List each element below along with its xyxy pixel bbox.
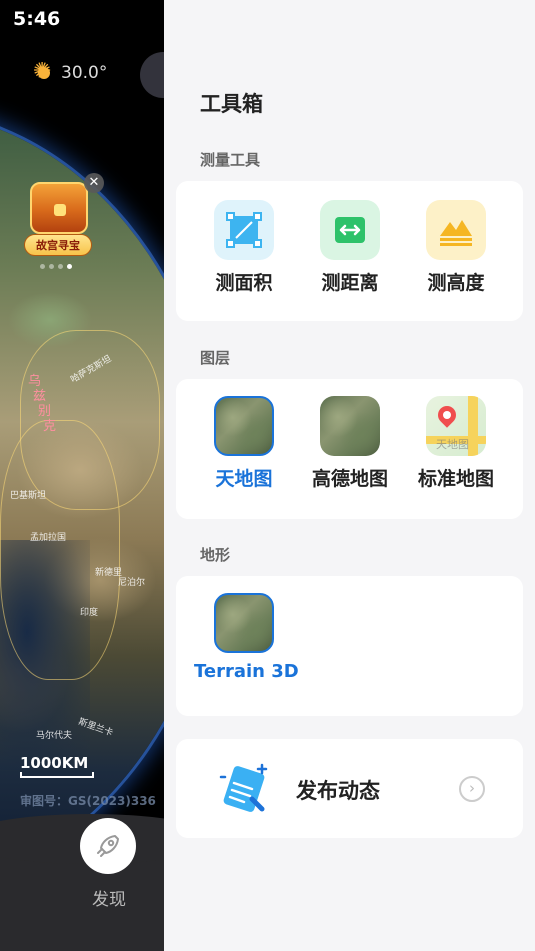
layer-tianditu[interactable]: 天地图 <box>194 396 294 491</box>
map-label: 克 <box>43 419 57 434</box>
sun-icon <box>33 59 55 84</box>
satellite-thumbnail-icon <box>214 396 274 456</box>
discover-button[interactable] <box>80 818 136 874</box>
tool-area[interactable]: 测面积 <box>194 200 294 295</box>
section-title-layers: 图层 <box>200 349 231 367</box>
map-label: 孟加拉国 <box>30 533 67 543</box>
carousel-dot <box>49 264 54 269</box>
section-title-terrain: 地形 <box>200 546 231 564</box>
distance-measure-icon <box>320 200 380 260</box>
area-measure-icon <box>214 200 274 260</box>
map-scale-bar <box>20 772 94 778</box>
map-label: 马尔代夫 <box>36 731 73 741</box>
rocket-icon <box>97 835 119 857</box>
map-label: 尼泊尔 <box>118 578 146 588</box>
temperature: 30.0° <box>61 63 108 83</box>
map-label: 印度 <box>80 608 99 618</box>
weather-widget[interactable]: 30.0° <box>33 59 108 84</box>
toolbox-panel: 工具箱 测量工具 测面积 测距离 测高度 图层 天地图 高德地图 天地图 标准地… <box>164 0 535 951</box>
tool-label: 测面积 <box>215 272 273 294</box>
map-approval-number: 审图号：GS(2023)336 <box>20 794 156 808</box>
tool-distance[interactable]: 测距离 <box>300 200 400 295</box>
map-label: 新德里 <box>95 568 123 578</box>
carousel-dot <box>58 264 63 269</box>
height-measure-icon <box>426 200 486 260</box>
treasure-chest-icon <box>30 182 88 234</box>
carousel-dot-active <box>67 264 72 269</box>
layer-label: 标准地图 <box>417 468 494 490</box>
publish-post-icon <box>219 763 268 812</box>
location-pin-icon <box>434 402 460 428</box>
section-title-measure: 测量工具 <box>200 151 261 169</box>
road <box>468 396 478 456</box>
carousel-dots <box>40 264 72 269</box>
thumbnail-watermark: 天地图 <box>436 438 469 451</box>
publish-card[interactable]: 发布动态 › <box>176 739 523 838</box>
satellite-thumbnail-icon <box>320 396 380 456</box>
tool-height[interactable]: 测高度 <box>406 200 506 295</box>
chevron-right-icon: › <box>459 776 485 802</box>
terrain-card: Terrain 3D <box>176 576 523 716</box>
tool-label: 测距离 <box>321 272 379 294</box>
map-scale-label: 1000KM <box>20 754 89 772</box>
terrain-label: Terrain 3D <box>194 661 299 682</box>
carousel-dot <box>40 264 45 269</box>
discover-label: 发现 <box>92 890 126 910</box>
map-search-button[interactable] <box>140 52 164 98</box>
close-icon[interactable]: ✕ <box>84 173 104 193</box>
layer-amap[interactable]: 高德地图 <box>300 396 400 491</box>
status-time: 5:46 <box>13 8 61 30</box>
map-label: 巴基斯坦 <box>10 491 47 501</box>
promo-treasure-button[interactable]: 故宫寻宝 <box>24 180 92 258</box>
promo-label: 故宫寻宝 <box>24 234 92 256</box>
layers-card: 天地图 高德地图 天地图 标准地图 <box>176 379 523 519</box>
layer-label: 高德地图 <box>311 468 388 490</box>
border-line <box>0 420 120 680</box>
terrain-thumbnail-icon <box>214 593 274 653</box>
layer-label: 天地图 <box>215 468 273 490</box>
layer-standard[interactable]: 天地图 标准地图 <box>406 396 506 491</box>
standard-map-thumbnail-icon: 天地图 <box>426 396 486 456</box>
publish-label: 发布动态 <box>296 779 380 803</box>
panel-title: 工具箱 <box>200 92 263 116</box>
measure-tools-card: 测面积 测距离 测高度 <box>176 181 523 321</box>
terrain-3d[interactable]: Terrain 3D <box>194 593 299 682</box>
tool-label: 测高度 <box>427 272 485 294</box>
globe-map-view[interactable]: 哈萨克斯坦 乌 兹 别 克 巴基斯坦 印度 尼泊尔 斯里兰卡 马尔代夫 新德里 … <box>0 0 164 951</box>
